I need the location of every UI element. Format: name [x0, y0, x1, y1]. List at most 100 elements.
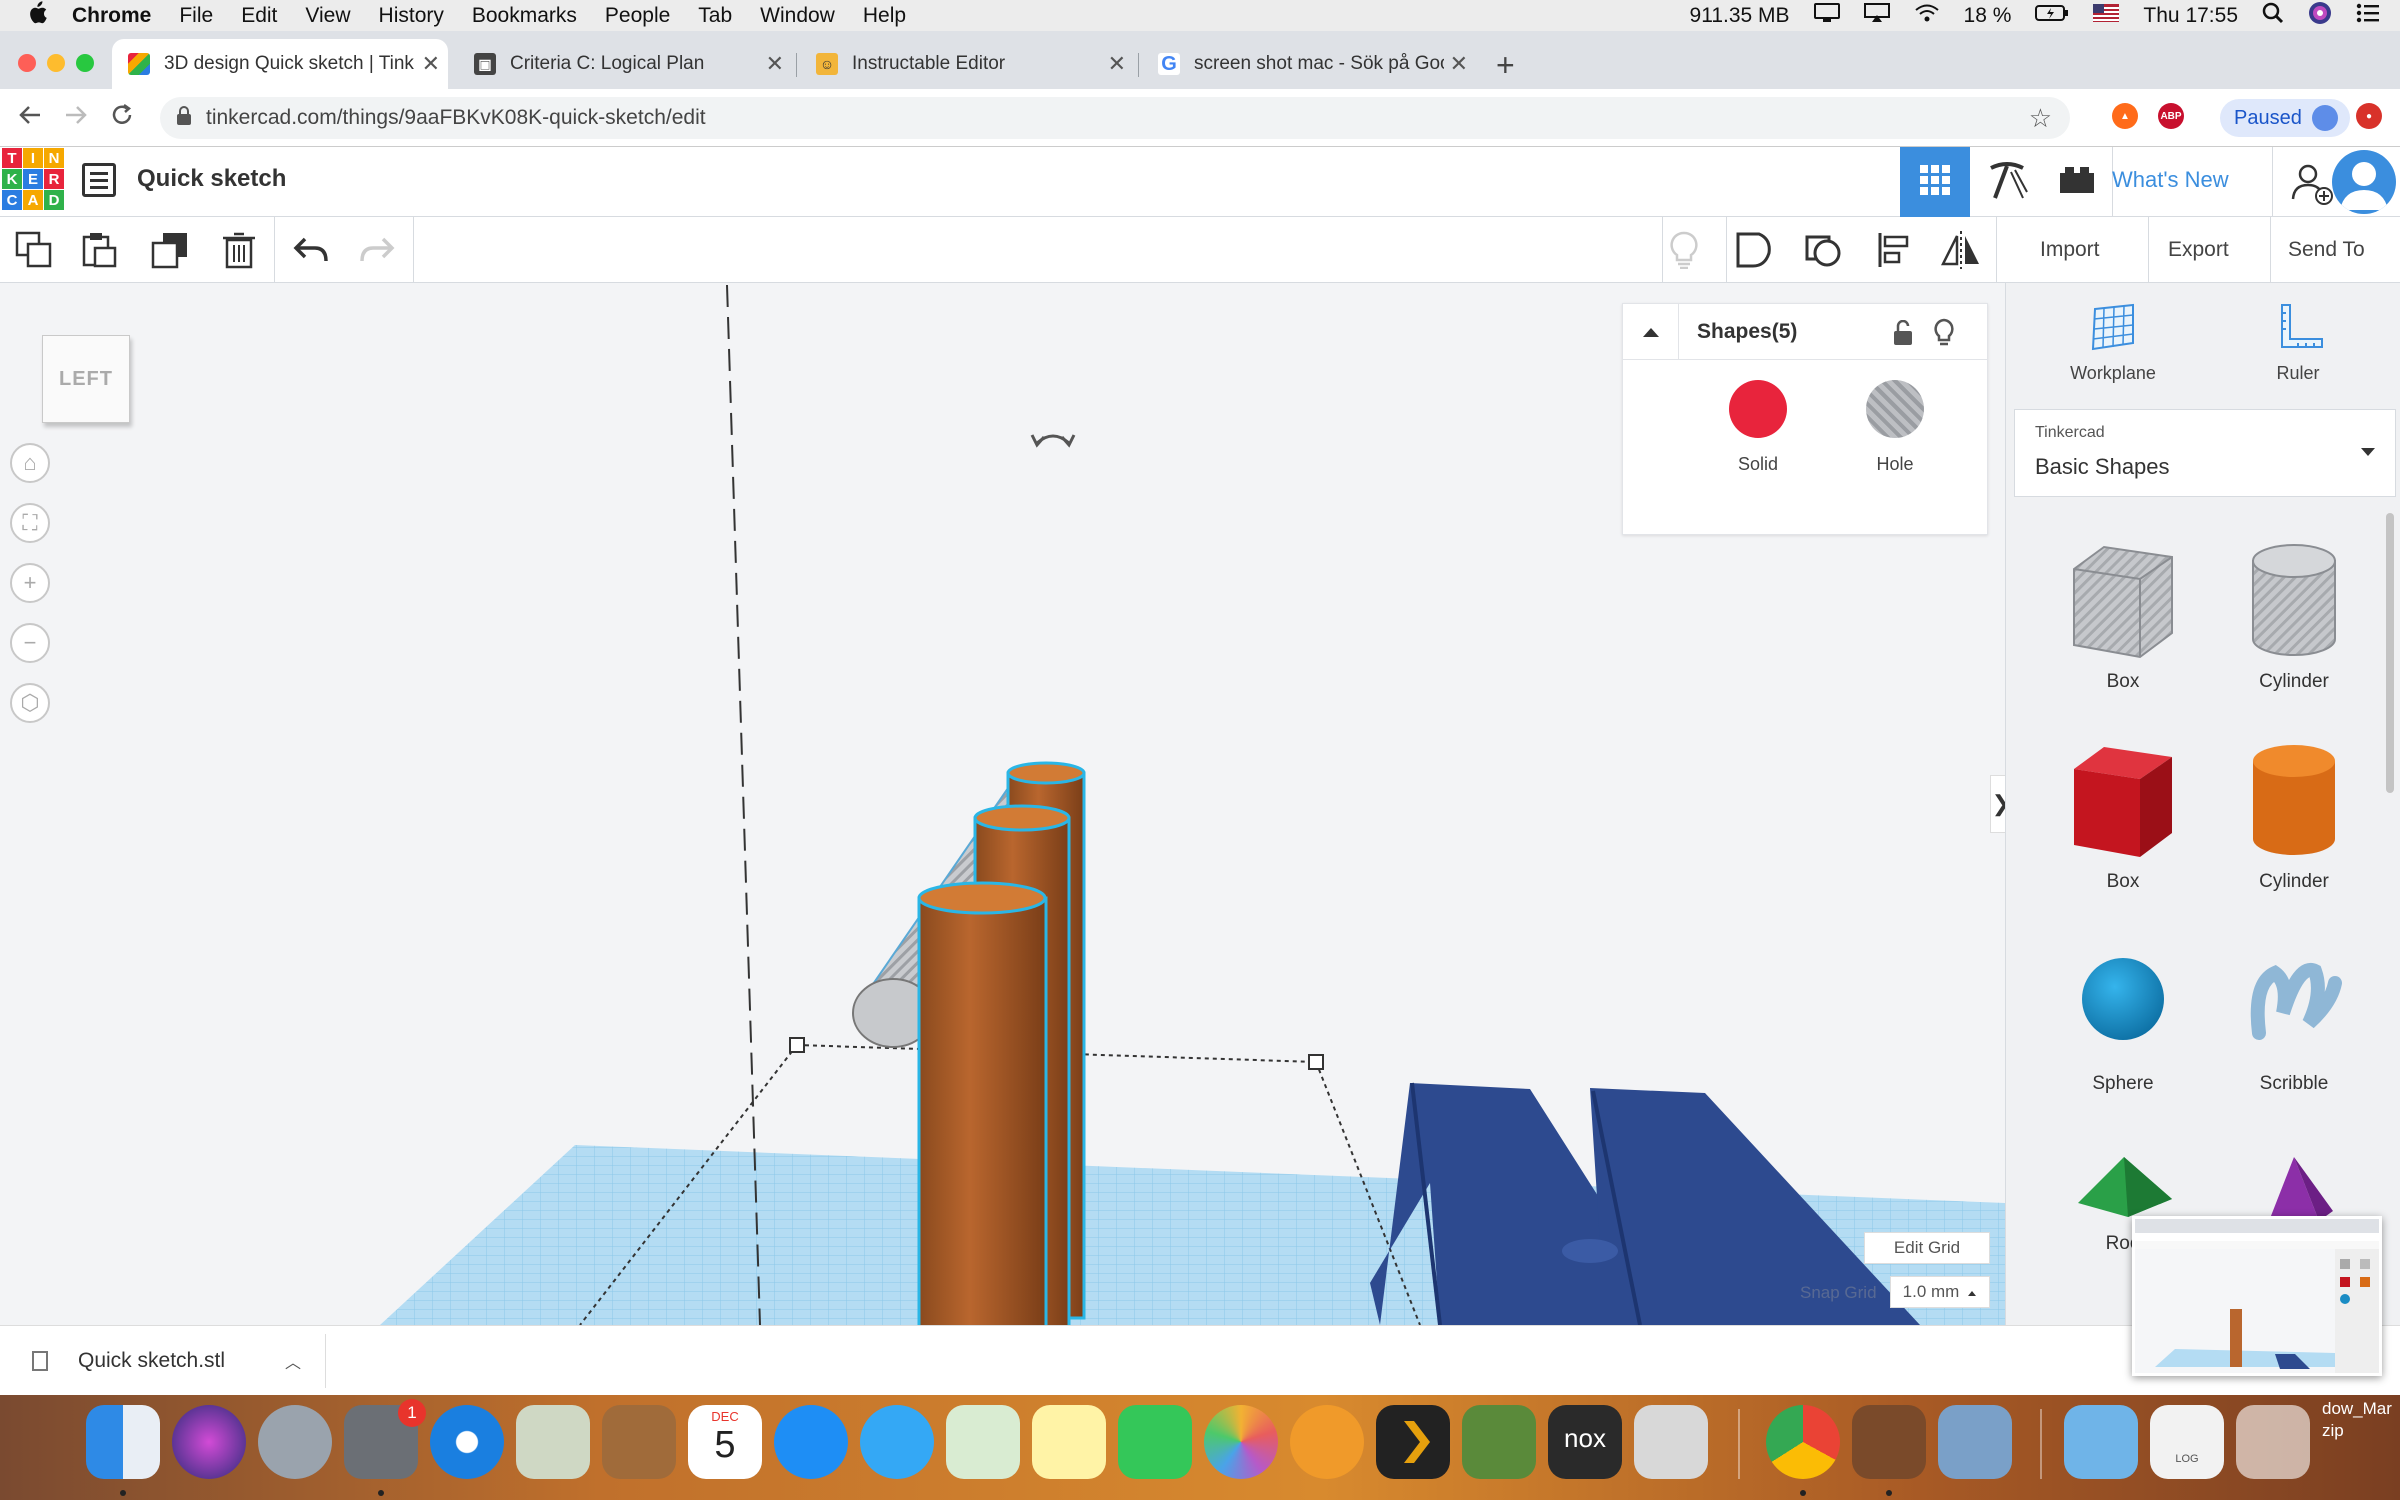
downloads-folder-icon[interactable] — [2064, 1405, 2138, 1479]
us-flag-icon[interactable] — [2093, 3, 2120, 28]
notes-icon[interactable] — [1032, 1405, 1106, 1479]
tab-google[interactable]: G screen shot mac - Sök på Goo ✕ — [1142, 39, 1476, 89]
adblock-icon[interactable]: ABP — [2158, 103, 2184, 129]
send-to-button[interactable]: Send To — [2288, 217, 2365, 283]
notification-center-icon[interactable] — [2356, 3, 2380, 29]
bookmark-star-icon[interactable]: ☆ — [2029, 103, 2052, 134]
wifi-icon[interactable] — [1914, 3, 1940, 29]
panel-toggle-chevron-icon[interactable]: ❯ — [1990, 775, 2005, 833]
shape-sphere[interactable]: Sphere — [2048, 943, 2198, 1095]
shape-scribble[interactable]: Scribble — [2219, 943, 2369, 1095]
fit-view-icon[interactable]: ⛶ — [10, 503, 50, 543]
zoom-out-icon[interactable]: − — [10, 623, 50, 663]
lock-icon[interactable] — [176, 105, 192, 131]
home-view-icon[interactable]: ⌂ — [10, 443, 50, 483]
display-icon[interactable] — [1813, 2, 1840, 29]
cylinder-post-front[interactable] — [917, 881, 1048, 1325]
memory-status[interactable]: 911.35 MB — [1690, 4, 1790, 28]
apple-menu-icon[interactable] — [22, 0, 52, 31]
battery-icon[interactable] — [2035, 4, 2069, 28]
menu-file[interactable]: File — [179, 4, 213, 28]
roblox-icon[interactable] — [1634, 1405, 1708, 1479]
align-icon[interactable] — [1874, 230, 1914, 270]
perspective-icon[interactable]: ⬡ — [10, 683, 50, 723]
lego-view-button[interactable] — [2042, 147, 2112, 217]
close-tab-icon[interactable]: ✕ — [1450, 51, 1468, 77]
unlock-icon[interactable] — [1893, 319, 1913, 351]
system-preferences-gear-icon[interactable]: 1 — [344, 1399, 426, 1479]
back-arrow-icon[interactable] — [16, 101, 44, 136]
spotlight-search-icon[interactable] — [2262, 2, 2284, 30]
view-cube[interactable]: LEFT — [42, 335, 130, 423]
profile-paused-button[interactable]: Paused — [2220, 99, 2350, 137]
siri-icon[interactable] — [2308, 1, 2332, 31]
design-title[interactable]: Quick sketch — [137, 165, 286, 193]
delete-trash-icon[interactable] — [219, 230, 259, 270]
menu-history[interactable]: History — [379, 4, 444, 28]
extension-fire-icon[interactable]: ▲ — [2112, 103, 2138, 129]
snap-grid-select[interactable]: 1.0 mm — [1890, 1276, 1990, 1308]
design-menu-icon[interactable] — [82, 163, 116, 197]
battery-percent[interactable]: 18 % — [1964, 4, 2012, 28]
mail-stamp-icon[interactable] — [516, 1405, 590, 1479]
reload-icon[interactable] — [108, 101, 136, 136]
3d-view-button[interactable] — [1900, 147, 1970, 217]
export-button[interactable]: Export — [2168, 217, 2229, 283]
shape-cylinder-orange[interactable]: Cylinder — [2219, 741, 2369, 893]
duplicate-icon[interactable] — [150, 230, 190, 270]
library-scrollbar[interactable] — [2386, 513, 2394, 793]
tab-instructable[interactable]: ☺ Instructable Editor ✕ — [800, 39, 1134, 89]
address-bar[interactable]: tinkercad.com/things/9aaFBKvK08K-quick-s… — [160, 97, 2070, 139]
close-tab-icon[interactable]: ✕ — [766, 51, 784, 77]
notes-lightbulb-icon[interactable] — [1664, 230, 1704, 270]
chevron-up-icon[interactable]: ︿ — [285, 1349, 301, 1373]
ungroup-icon[interactable] — [1804, 230, 1844, 270]
shape-library-dropdown[interactable]: Tinkercad Basic Shapes — [2014, 409, 2396, 497]
menu-chrome[interactable]: Chrome — [72, 4, 151, 28]
clock[interactable]: Thu 17:55 — [2143, 4, 2238, 28]
import-button[interactable]: Import — [2040, 217, 2100, 283]
facetime-icon[interactable] — [1118, 1405, 1192, 1479]
hole-swatch[interactable] — [1866, 380, 1924, 438]
tab-tinkercad[interactable]: 3D design Quick sketch | Tinke ✕ — [112, 39, 448, 89]
visibility-lightbulb-icon[interactable] — [1933, 318, 1955, 353]
redo-arrow-icon[interactable] — [357, 230, 397, 270]
plex-icon[interactable] — [1376, 1405, 1450, 1479]
shape-box-red[interactable]: Box — [2048, 741, 2198, 893]
contacts-icon[interactable] — [602, 1405, 676, 1479]
chrome-icon[interactable] — [1766, 1405, 1840, 1479]
safari-compass-icon[interactable] — [430, 1405, 504, 1479]
forward-arrow-icon[interactable] — [62, 101, 90, 136]
ruler-tool[interactable]: Ruler — [2238, 303, 2358, 384]
menu-help[interactable]: Help — [863, 4, 906, 28]
nox-icon[interactable]: nox — [1548, 1405, 1622, 1479]
minimize-window-button[interactable] — [47, 54, 65, 72]
menu-window[interactable]: Window — [760, 4, 835, 28]
tinkercad-logo[interactable]: T I N K E R C A D — [2, 148, 64, 210]
tab-criteria[interactable]: ▣ Criteria C: Logical Plan ✕ — [458, 39, 792, 89]
solid-color-swatch[interactable] — [1729, 380, 1787, 438]
minecraft-icon[interactable] — [1462, 1405, 1536, 1479]
siri-dock-icon[interactable] — [172, 1405, 246, 1479]
screenshot-thumbnail[interactable] — [2132, 1216, 2382, 1376]
app-store-icon[interactable] — [774, 1405, 848, 1479]
undo-arrow-icon[interactable] — [291, 230, 331, 270]
launchpad-rocket-icon[interactable] — [258, 1405, 332, 1479]
garageband-guitar-icon[interactable] — [1852, 1405, 1926, 1479]
mirror-icon[interactable] — [1941, 230, 1981, 270]
paste-icon[interactable] — [80, 230, 120, 270]
menu-people[interactable]: People — [605, 4, 670, 28]
photos-icon[interactable] — [1204, 1405, 1278, 1479]
close-window-button[interactable] — [18, 54, 36, 72]
new-tab-button[interactable]: + — [1496, 47, 1515, 84]
menu-edit[interactable]: Edit — [241, 4, 277, 28]
maps-icon[interactable] — [946, 1405, 1020, 1479]
dock-file-label[interactable]: dow_Mar zip — [2322, 1398, 2392, 1442]
edit-grid-button[interactable]: Edit Grid — [1864, 1232, 1990, 1264]
menu-bookmarks[interactable]: Bookmarks — [472, 4, 577, 28]
extension-red-icon[interactable]: ● — [2356, 103, 2382, 129]
books-icon[interactable] — [1290, 1405, 1364, 1479]
whats-new-link[interactable]: What's New — [2112, 167, 2229, 193]
solid-option[interactable]: Solid — [1698, 380, 1818, 475]
calendar-icon[interactable]: DEC 5 — [688, 1405, 762, 1479]
